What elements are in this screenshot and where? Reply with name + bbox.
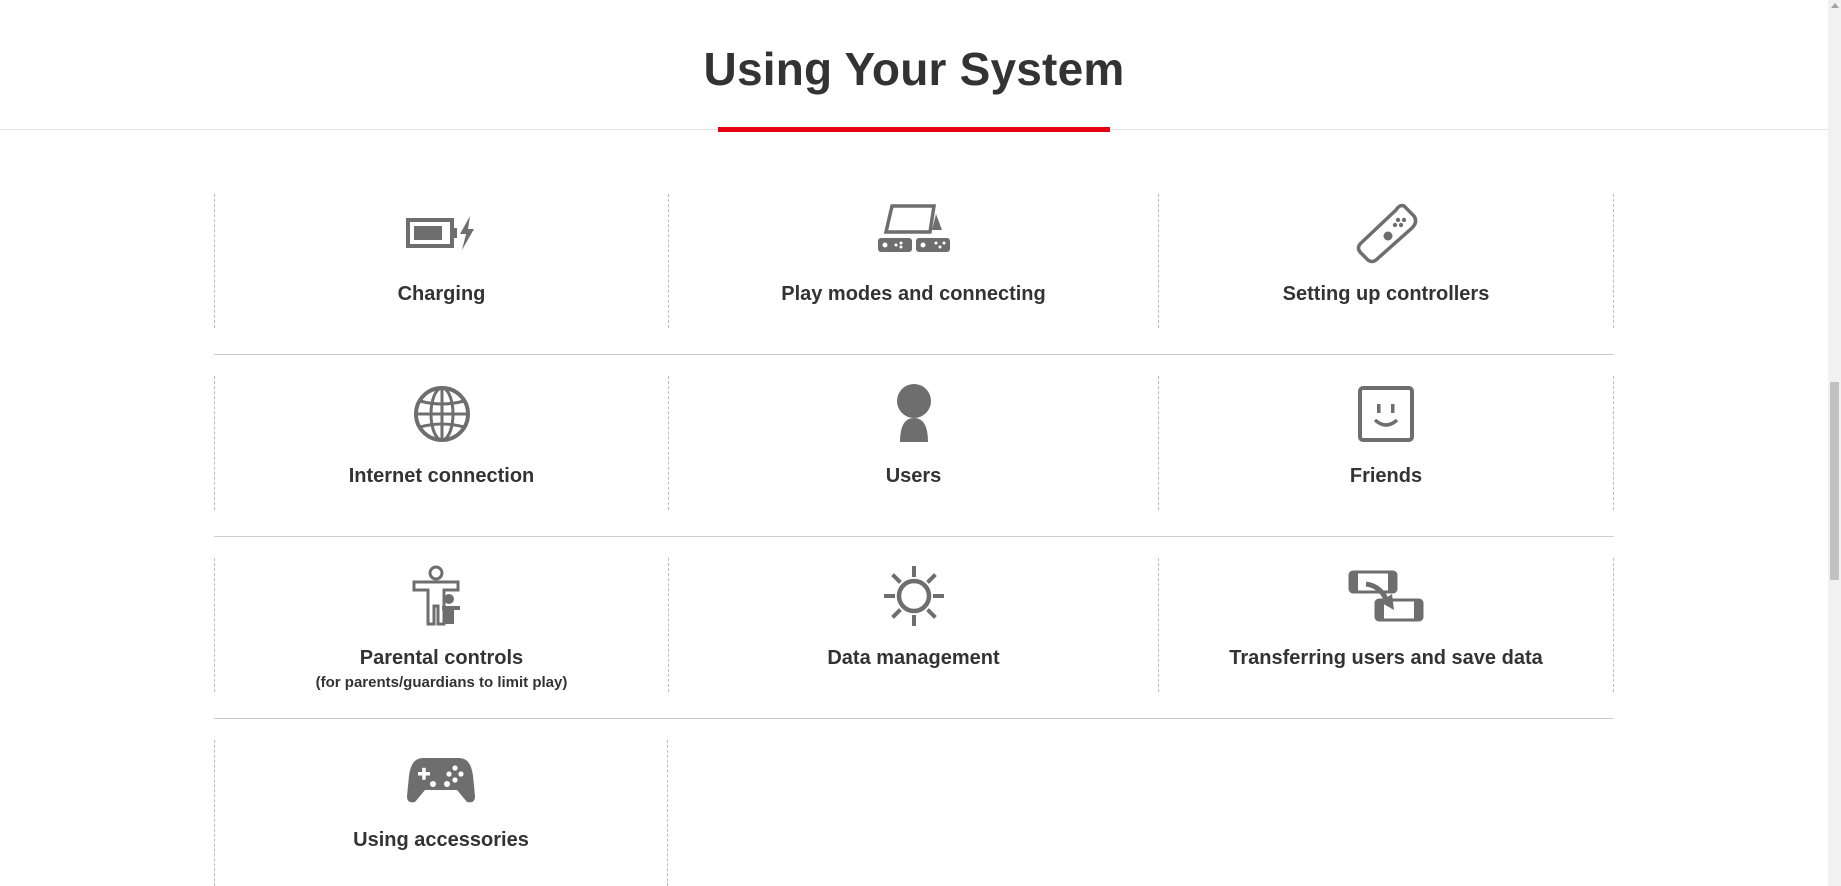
topic-label: Data management <box>827 647 1000 669</box>
topic-label: Setting up controllers <box>1282 283 1490 305</box>
topic-accessories[interactable]: Using accessories <box>214 740 668 886</box>
topic-controllers[interactable]: Setting up controllers <box>1158 194 1614 328</box>
topic-label: Parental controls <box>359 647 524 669</box>
page-title: Using Your System <box>703 43 1125 95</box>
topic-label: Charging <box>397 283 486 305</box>
title-underline <box>718 127 1110 132</box>
scroll-thumb[interactable] <box>1830 382 1839 580</box>
topic-row: Internet connection Users Friends <box>214 354 1614 537</box>
globe-icon <box>402 382 482 446</box>
battery-charging-icon <box>402 200 482 264</box>
topic-sublabel: (for parents/guardians to limit play) <box>315 674 568 691</box>
joy-con-icon <box>1346 200 1426 264</box>
topic-users[interactable]: Users <box>668 376 1158 510</box>
topic-play-modes[interactable]: Play modes and connecting <box>668 194 1158 328</box>
scroll-up-arrow-icon[interactable] <box>1831 3 1839 8</box>
topic-label: Transferring users and save data <box>1229 647 1543 669</box>
vertical-scrollbar[interactable] <box>1828 0 1841 886</box>
topic-charging[interactable]: Charging <box>214 194 668 328</box>
topic-label: Internet connection <box>348 465 535 487</box>
topic-row: Using accessories <box>214 718 1614 886</box>
topic-label: Using accessories <box>353 829 529 851</box>
user-icon <box>874 382 954 446</box>
topic-label: Friends <box>1349 465 1423 487</box>
topic-row: Charging Play modes and connecting Setti… <box>214 172 1614 355</box>
topic-label: Users <box>885 465 942 487</box>
section-header: Using Your System <box>0 0 1828 130</box>
topic-label: Play modes and connecting <box>781 283 1046 305</box>
topic-friends[interactable]: Friends <box>1158 376 1614 510</box>
topic-parental-controls[interactable]: Parental controls (for parents/guardians… <box>214 558 668 692</box>
parent-child-icon <box>402 564 482 628</box>
gear-sun-icon <box>874 564 954 628</box>
console-transfer-icon <box>1346 564 1426 628</box>
gamepad-icon <box>401 746 481 810</box>
play-modes-icon <box>874 200 954 264</box>
topic-data-management[interactable]: Data management <box>668 558 1158 692</box>
smiley-face-icon <box>1346 382 1426 446</box>
page: Using Your System Charging Play modes an… <box>0 0 1841 886</box>
topic-transferring[interactable]: Transferring users and save data <box>1158 558 1614 692</box>
topic-internet[interactable]: Internet connection <box>214 376 668 510</box>
topic-row: Parental controls (for parents/guardians… <box>214 536 1614 719</box>
